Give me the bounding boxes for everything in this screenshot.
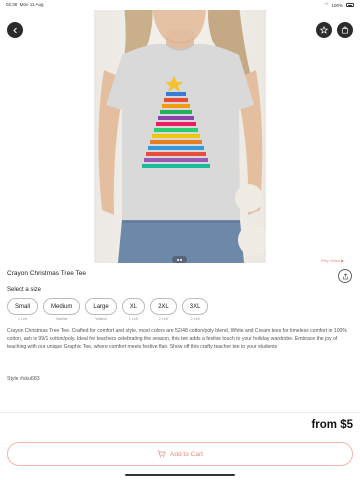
select-size-label: Select a size (7, 287, 42, 293)
status-time: 02:38 Mon 11 Aug (6, 2, 44, 7)
product-photo (94, 10, 266, 263)
product-title: Crayon Christmas Tree Tee (7, 270, 86, 277)
size-stock: 1 Left (18, 317, 27, 321)
size-stock: 2 Left (158, 317, 168, 321)
pager-dot (176, 258, 179, 261)
share-icon (342, 272, 348, 279)
size-option: 3XL 2 Left (181, 298, 209, 322)
bag-button[interactable] (337, 22, 353, 38)
size-options: Small 1 Left Medium Waitlist Large Waitl… (7, 298, 209, 322)
size-button-xl[interactable]: XL (121, 298, 146, 315)
favorite-button[interactable] (316, 22, 332, 38)
size-option: XL 1 Left (121, 298, 146, 322)
size-option: Medium Waitlist (43, 298, 81, 322)
image-pager[interactable] (172, 256, 187, 263)
size-stock: Waitlist (95, 317, 107, 321)
product-style-sku: Style #sku683 (7, 376, 40, 382)
divider (0, 412, 360, 413)
home-indicator (125, 474, 235, 476)
size-button-3xl[interactable]: 3XL (181, 298, 209, 315)
battery-text: 100% (331, 2, 343, 8)
size-option: Small 1 Left (7, 298, 39, 322)
add-to-cart-label: Add to Cart (170, 450, 203, 458)
play-icon: ▶ (341, 258, 345, 263)
play-video-link[interactable]: Play Video ▶ (321, 258, 344, 263)
size-option: 2XL 2 Left (150, 298, 177, 322)
product-photo-illustration (98, 10, 266, 263)
product-price: from $5 (311, 419, 353, 431)
bag-icon (341, 26, 349, 34)
product-description: Crayon Christmas Tree Tee. Crafted for c… (7, 328, 347, 351)
cart-icon (157, 450, 166, 458)
size-stock: Waitlist (55, 317, 68, 321)
status-right: ◠ 100% (325, 2, 354, 8)
size-stock: 1 Left (128, 317, 138, 321)
battery-icon (346, 3, 354, 7)
add-to-cart-button[interactable]: Add to Cart (7, 442, 353, 466)
pager-dot (180, 258, 183, 261)
size-button-large[interactable]: Large (85, 298, 117, 315)
size-button-small[interactable]: Small (7, 298, 39, 315)
size-stock: 2 Left (190, 317, 200, 321)
back-button[interactable] (7, 22, 23, 38)
back-icon (12, 27, 17, 33)
play-video-label: Play Video (321, 258, 341, 263)
size-option: Large Waitlist (85, 298, 117, 322)
size-button-2xl[interactable]: 2XL (150, 298, 177, 315)
share-button[interactable] (338, 269, 352, 283)
product-image-gallery[interactable]: Play Video ▶ (0, 10, 360, 263)
status-bar: 02:38 Mon 11 Aug ◠ 100% (0, 0, 360, 10)
size-button-medium[interactable]: Medium (43, 298, 81, 315)
wifi-icon: ◠ (324, 2, 329, 7)
star-icon (320, 26, 328, 34)
